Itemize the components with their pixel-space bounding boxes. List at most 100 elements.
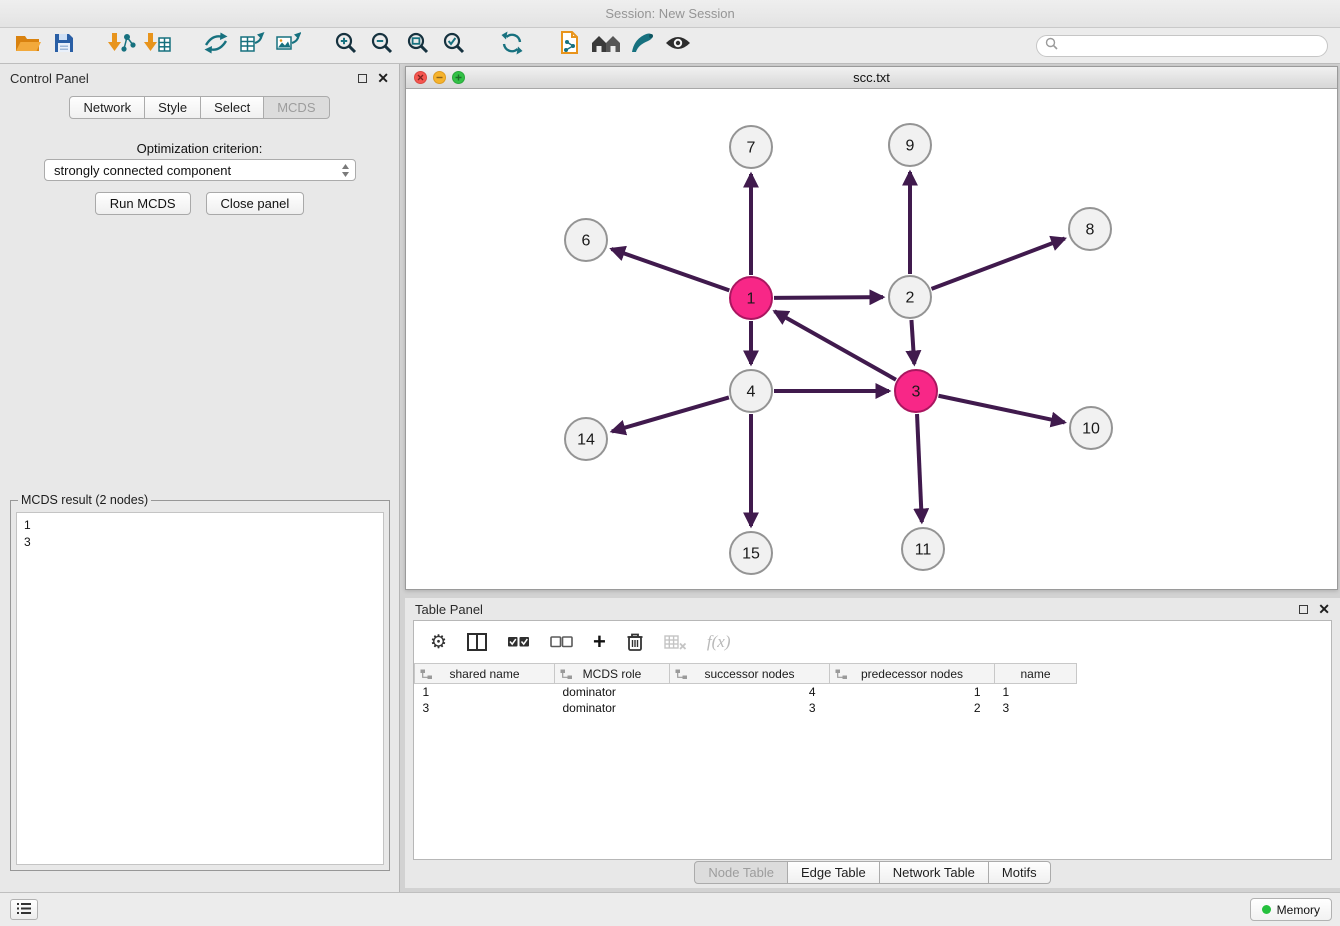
mcds-result-line: 1 <box>24 517 376 534</box>
split-panel-icon[interactable] <box>467 633 487 651</box>
tab-select[interactable]: Select <box>200 96 264 119</box>
table-cell[interactable]: dominator <box>555 684 670 700</box>
refresh-view-button[interactable] <box>494 30 530 62</box>
graph-node-9[interactable]: 9 <box>889 124 931 166</box>
delete-row-trash-icon[interactable] <box>626 632 644 652</box>
table-cell[interactable]: 3 <box>995 700 1077 716</box>
mcds-result-list[interactable]: 1 3 <box>16 512 384 865</box>
import-network-button[interactable] <box>104 30 140 62</box>
edge-2-8[interactable] <box>932 239 1065 289</box>
export-image-button[interactable] <box>270 30 306 62</box>
close-window-icon[interactable] <box>414 71 427 84</box>
combo-arrows-icon <box>341 163 350 181</box>
tab-motifs[interactable]: Motifs <box>988 861 1051 884</box>
table-row[interactable]: 3dominator323 <box>415 700 1332 716</box>
save-session-button[interactable] <box>46 30 82 62</box>
network-document-icon <box>558 30 582 61</box>
deselect-all-icon[interactable] <box>550 634 573 650</box>
minimize-window-icon[interactable] <box>433 71 446 84</box>
graph-node-6[interactable]: 6 <box>565 219 607 261</box>
table-cell[interactable]: 1 <box>830 684 995 700</box>
zoom-fit-button[interactable] <box>400 30 436 62</box>
export-table-button[interactable] <box>234 30 270 62</box>
float-table-panel-icon[interactable] <box>1299 605 1308 614</box>
table-cell[interactable]: 1 <box>995 684 1077 700</box>
column-header-predecessor-nodes[interactable]: predecessor nodes <box>830 664 995 684</box>
svg-text:4: 4 <box>747 384 756 401</box>
edge-1-6[interactable] <box>611 249 729 290</box>
tab-style[interactable]: Style <box>144 96 201 119</box>
table-cell[interactable]: 3 <box>415 700 555 716</box>
graph-node-2[interactable]: 2 <box>889 276 931 318</box>
copy-network-button[interactable] <box>552 30 588 62</box>
edge-3-11[interactable] <box>917 414 922 522</box>
table-browser-tabs: Node Table Edge Table Network Table Moti… <box>405 861 1340 884</box>
optimization-select[interactable]: strongly connected component <box>44 159 356 181</box>
table-cell[interactable]: 1 <box>415 684 555 700</box>
edge-2-3[interactable] <box>911 320 914 364</box>
import-table-button[interactable] <box>140 30 176 62</box>
close-panel-button[interactable]: Close panel <box>206 192 305 215</box>
zoom-in-icon <box>334 31 358 60</box>
column-header-mcds-role[interactable]: MCDS role <box>555 664 670 684</box>
apply-style-button[interactable] <box>624 30 660 62</box>
edge-4-14[interactable] <box>612 397 729 431</box>
table-cell[interactable]: 3 <box>670 700 830 716</box>
tab-network[interactable]: Network <box>69 96 145 119</box>
graph-node-14[interactable]: 14 <box>565 418 607 460</box>
task-history-button[interactable] <box>10 899 38 920</box>
float-panel-icon[interactable] <box>358 74 367 83</box>
open-session-button[interactable] <box>10 30 46 62</box>
graph-node-7[interactable]: 7 <box>730 126 772 168</box>
edge-3-1[interactable] <box>775 311 896 379</box>
close-panel-icon[interactable]: ✕ <box>377 71 389 85</box>
zoom-selected-button[interactable] <box>436 30 472 62</box>
network-window-titlebar[interactable]: scc.txt <box>406 67 1337 89</box>
mcds-result-line: 3 <box>24 534 376 551</box>
zoom-window-icon[interactable] <box>452 71 465 84</box>
export-network-button[interactable] <box>198 30 234 62</box>
search-field[interactable] <box>1036 35 1328 57</box>
graph-node-1[interactable]: 1 <box>730 277 772 319</box>
column-header-name[interactable]: name <box>995 664 1077 684</box>
table-cell[interactable]: 2 <box>830 700 995 716</box>
graph-node-3[interactable]: 3 <box>895 370 937 412</box>
zoom-out-button[interactable] <box>364 30 400 62</box>
table-row[interactable]: 1dominator411 <box>415 684 1332 700</box>
export-network-arrows-icon <box>203 31 229 60</box>
function-builder-icon: f(x) <box>707 632 731 652</box>
graph-node-10[interactable]: 10 <box>1070 407 1112 449</box>
table-cell[interactable]: dominator <box>555 700 670 716</box>
table-cell[interactable] <box>1077 700 1332 716</box>
graph-node-8[interactable]: 8 <box>1069 208 1111 250</box>
close-table-panel-icon[interactable]: ✕ <box>1318 602 1330 616</box>
save-floppy-icon <box>53 32 75 59</box>
column-header-successor-nodes[interactable]: successor nodes <box>670 664 830 684</box>
show-hide-graphics-button[interactable] <box>660 30 696 62</box>
select-all-icon[interactable] <box>507 634 530 650</box>
network-view-window: scc.txt 7 9 6 8 1 2 4 3 10 14 15 11 <box>405 66 1338 590</box>
edge-3-10[interactable] <box>939 396 1065 423</box>
mcds-result-group: MCDS result (2 nodes) 1 3 <box>10 493 390 871</box>
table-panel-title: Table Panel <box>415 602 483 617</box>
tab-node-table[interactable]: Node Table <box>694 861 788 884</box>
run-mcds-button[interactable]: Run MCDS <box>95 192 191 215</box>
tab-edge-table[interactable]: Edge Table <box>787 861 880 884</box>
tab-network-table[interactable]: Network Table <box>879 861 989 884</box>
column-header-shared-name[interactable]: shared name <box>415 664 555 684</box>
table-cell[interactable] <box>1077 684 1332 700</box>
table-cell[interactable]: 4 <box>670 684 830 700</box>
search-input[interactable] <box>1063 39 1319 53</box>
graph-node-15[interactable]: 15 <box>730 532 772 574</box>
column-settings-gear-icon[interactable]: ⚙ <box>430 633 447 652</box>
graph-node-11[interactable]: 11 <box>902 528 944 570</box>
graph-node-4[interactable]: 4 <box>730 370 772 412</box>
edge-1-2[interactable] <box>774 297 883 298</box>
memory-button[interactable]: Memory <box>1250 898 1332 921</box>
add-row-icon[interactable]: + <box>593 631 606 653</box>
tab-mcds[interactable]: MCDS <box>263 96 329 119</box>
home-layout-button[interactable] <box>588 30 624 62</box>
network-canvas[interactable]: 7 9 6 8 1 2 4 3 10 14 15 11 <box>406 89 1337 589</box>
zoom-in-button[interactable] <box>328 30 364 62</box>
column-tree-icon <box>560 669 573 683</box>
